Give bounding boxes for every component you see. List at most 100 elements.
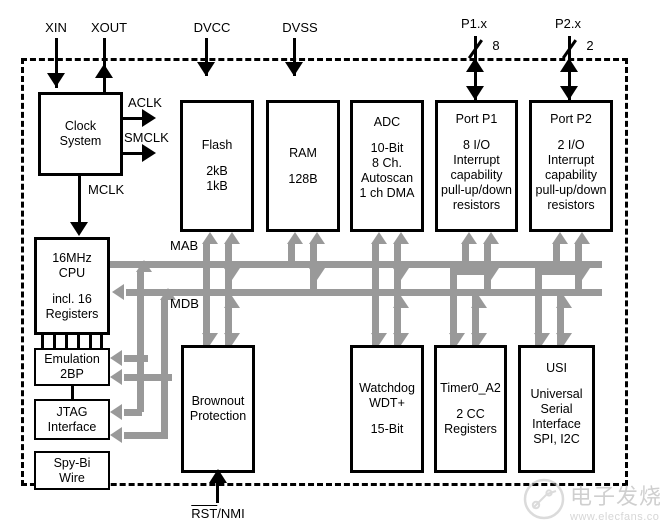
- bus-p1-arrow-b-icon: [483, 232, 499, 244]
- block-port-p2-title: Port P2: [550, 112, 592, 126]
- block-adc-line-2: 8 Ch.: [372, 156, 402, 170]
- bus-p1-arrow-a-icon: [461, 232, 477, 244]
- pin-label-xout: XOUT: [90, 20, 128, 35]
- block-port-p2[interactable]: Port P2 2 I/O Interrupt capability pull-…: [529, 100, 613, 232]
- block-ram[interactable]: RAM 128B: [266, 100, 340, 232]
- block-usi-line-1: Universal: [530, 387, 583, 401]
- bus-brownout-arrow-a-icon: [202, 333, 218, 345]
- pin-label-p2x: P2.x: [554, 16, 581, 31]
- block-flash[interactable]: Flash 2kB 1kB: [180, 100, 254, 232]
- bus-p2-arrow-b-icon: [574, 232, 590, 244]
- p2x-bus-width-label: 2: [586, 38, 594, 53]
- xout-arrowhead-icon: [95, 64, 113, 78]
- block-cpu-line-2: Registers: [45, 306, 99, 321]
- block-brownout-title2: Protection: [189, 409, 247, 423]
- bus-ram-riser-a: [288, 244, 295, 264]
- block-brownout-protection[interactable]: Brownout Protection: [181, 345, 255, 473]
- bus-jtag-feed-1-riser: [137, 370, 144, 412]
- block-watchdog[interactable]: Watchdog WDT+ 15-Bit: [350, 345, 424, 473]
- block-cpu-title: 16MHz: [52, 250, 92, 265]
- bus-jtag-feed-1-arrow-icon: [110, 404, 122, 420]
- bus-emu-feed-2-riser: [165, 374, 172, 378]
- dvss-arrowhead-icon: [285, 62, 303, 76]
- block-clock-system-title2: System: [59, 134, 102, 148]
- block-usi-line-2: Serial: [540, 402, 573, 416]
- label-mab: MAB: [170, 238, 199, 253]
- bus-jtag-feed-2: [124, 432, 168, 439]
- bus-mab-down-stub-p1-icon: [483, 268, 499, 280]
- block-timer0-a2-line-1: 2 CC: [456, 407, 485, 421]
- block-usi-title: USI: [546, 361, 567, 375]
- block-brownout-title: Brownout: [191, 394, 245, 408]
- watermark-url: www.elecfans.com: [570, 511, 660, 523]
- block-timer0-a2-title: Timer0_A2: [440, 381, 501, 395]
- rstnmi-arrowhead-icon: [209, 469, 227, 483]
- rstnmi-overline-part: RST: [191, 506, 218, 521]
- block-spy-bi-wire[interactable]: Spy-Bi Wire: [34, 451, 110, 490]
- bus-mab-trunk: [110, 261, 602, 268]
- block-port-p1-line-3: capability: [450, 168, 503, 182]
- bus-mab-down-stub-flash-icon: [224, 268, 240, 280]
- bus-timer-arrow-a-icon: [449, 333, 465, 345]
- watermark-text-cn: 电子发烧友: [570, 485, 660, 510]
- pin-label-dvss: DVSS: [282, 20, 318, 35]
- block-jtag-title: JTAG: [56, 404, 88, 419]
- block-jtag-interface[interactable]: JTAG Interface: [34, 399, 110, 440]
- block-cpu-line-1: incl. 16: [52, 291, 92, 306]
- p2x-arrowhead-down-icon: [560, 86, 578, 100]
- bus-p2-arrow-a-icon: [552, 232, 568, 244]
- block-flash-line-2: 1kB: [206, 179, 228, 193]
- bus-adc-arrow-a-icon: [371, 232, 387, 244]
- mclk-arrowhead-icon: [70, 222, 88, 236]
- block-adc-title: ADC: [373, 115, 401, 129]
- block-cpu[interactable]: 16MHz CPU incl. 16 Registers: [34, 237, 110, 335]
- block-emulation[interactable]: Emulation 2BP: [34, 348, 110, 386]
- block-clock-system[interactable]: Clock System: [38, 92, 123, 176]
- block-flash-line-1: 2kB: [206, 164, 228, 178]
- block-port-p1-line-1: 8 I/O: [462, 138, 491, 152]
- block-usi[interactable]: USI Universal Serial Interface SPI, I2C: [518, 345, 595, 473]
- rstnmi-rest-part: /NMI: [217, 506, 245, 521]
- bus-mab-down-stub-p2-icon: [574, 268, 590, 280]
- pin-label-p1x: P1.x: [460, 16, 487, 31]
- block-watchdog-title: Watchdog: [359, 381, 415, 395]
- block-adc-line-4: 1 ch DMA: [359, 186, 415, 200]
- mclk-line: [78, 176, 81, 224]
- block-usi-line-3: Interface: [532, 417, 581, 431]
- bus-p1-riser-a: [462, 244, 469, 264]
- bus-emu-feed-1-arrow-icon: [110, 350, 122, 366]
- block-port-p1-title: Port P1: [455, 112, 498, 126]
- pin-label-dvcc: DVCC: [193, 20, 231, 35]
- block-adc-line-3: Autoscan: [360, 171, 414, 185]
- block-diagram-canvas: XIN XOUT DVCC DVSS P1.x P2.x 8 2 Clock S…: [0, 0, 660, 531]
- p1x-bus-width-label: 8: [492, 38, 500, 53]
- block-port-p2-line-5: resistors: [547, 198, 595, 212]
- bus-mdb-arrow-to-cpu-icon: [112, 284, 124, 300]
- block-port-p2-line-3: capability: [544, 168, 598, 182]
- aclk-line: [123, 117, 143, 120]
- block-spy-bi-wire-title2: Wire: [59, 470, 85, 485]
- block-port-p1-line-2: Interrupt: [453, 153, 500, 167]
- bus-usi-arrow-b-icon: [556, 333, 572, 345]
- block-port-p2-line-1: 2 I/O: [557, 138, 585, 152]
- bus-adc-riser-a: [372, 244, 379, 264]
- block-timer0-a2[interactable]: Timer0_A2 2 CC Registers: [434, 345, 507, 473]
- bus-jtag-feed-2-arrow-icon: [110, 427, 122, 443]
- bus-brownout-arrow-b-icon: [224, 333, 240, 345]
- block-flash-title: Flash: [201, 138, 233, 152]
- dvcc-arrowhead-icon: [197, 62, 215, 76]
- bus-adc-arrow-b-icon: [393, 232, 409, 244]
- label-smclk: SMCLK: [124, 130, 169, 145]
- bus-usi-arrow-a-icon: [534, 333, 550, 345]
- aclk-arrowhead-icon: [142, 109, 156, 127]
- p1x-arrowhead-up-icon: [466, 58, 484, 72]
- emulation-jtag-link: [71, 386, 74, 399]
- block-ram-line-1: 128B: [288, 171, 318, 186]
- bus-emu-feed-1: [124, 355, 148, 362]
- pin-label-rstnmi: RST/NMI: [178, 506, 258, 521]
- bus-watchdog-arrow-up-icon: [393, 296, 409, 308]
- bus-flash-arrow-b-icon: [224, 232, 240, 244]
- block-port-p1[interactable]: Port P1 8 I/O Interrupt capability pull-…: [435, 100, 518, 232]
- block-adc[interactable]: ADC 10-Bit 8 Ch. Autoscan 1 ch DMA: [350, 100, 424, 232]
- bus-mdb-trunk: [126, 289, 602, 296]
